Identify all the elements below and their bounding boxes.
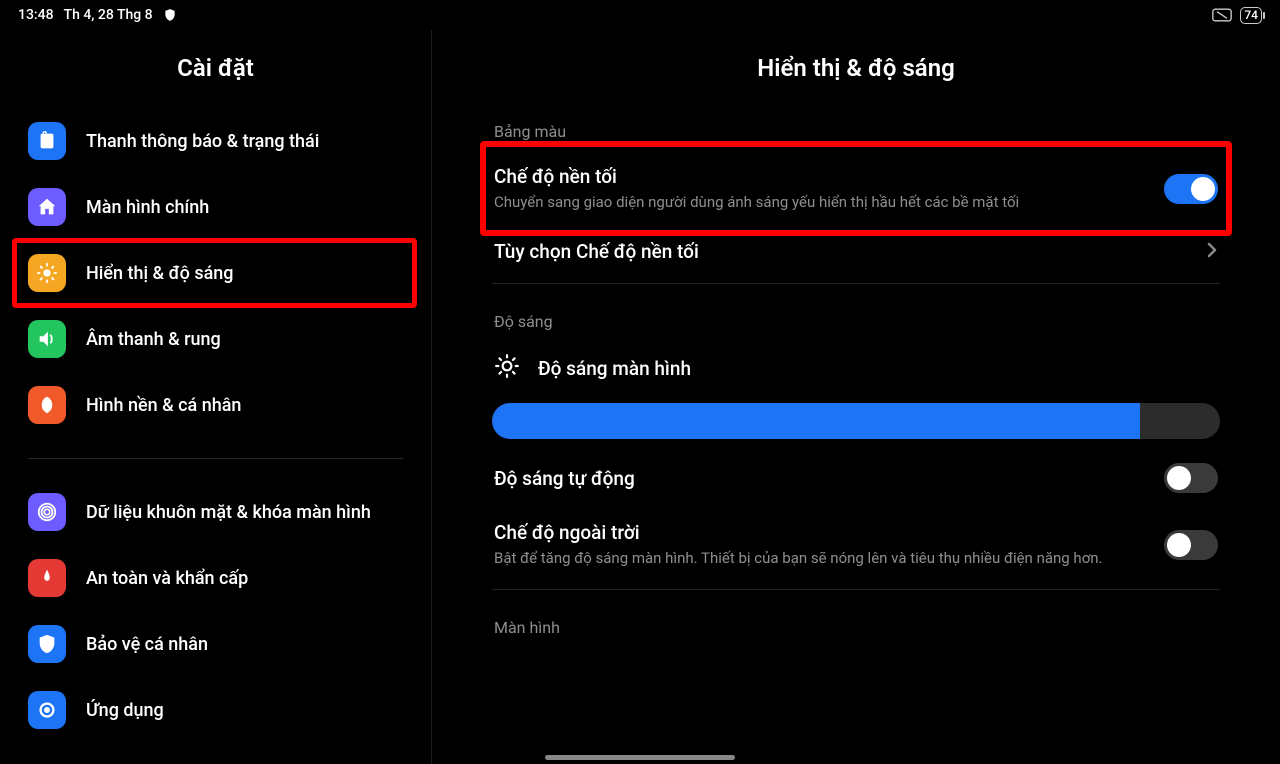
row-dark-mode-options[interactable]: Tùy chọn Chế độ nền tối <box>492 226 1220 277</box>
status-time: 13:48 <box>18 7 54 23</box>
settings-sidebar: Cài đặt Thanh thông báo & trạng thái Màn… <box>0 30 432 764</box>
sidebar-item-label: Âm thanh & rung <box>86 329 403 350</box>
home-indicator[interactable] <box>545 755 735 760</box>
section-color-scheme: Bảng màu <box>494 122 1220 141</box>
sidebar-item-home[interactable]: Màn hình chính <box>18 174 413 240</box>
row-dark-mode[interactable]: Chế độ nền tối Chuyển sang giao diện ngư… <box>492 151 1220 226</box>
shield-icon <box>163 8 177 22</box>
brightness-slider[interactable] <box>492 403 1220 439</box>
sidebar-item-label: Hình nền & cá nhân <box>86 395 403 416</box>
battery-level: 74 <box>1244 8 1258 23</box>
privacy-icon <box>28 625 66 663</box>
divider <box>492 283 1220 284</box>
sidebar-item-safety[interactable]: An toàn và khẩn cấp <box>18 545 413 611</box>
sidebar-item-label: Bảo vệ cá nhân <box>86 634 403 655</box>
battery-icon: 74 <box>1240 7 1262 24</box>
sidebar-item-apps[interactable]: Ứng dụng <box>18 677 413 743</box>
dark-mode-sub: Chuyển sang giao diện người dùng ánh sán… <box>494 192 1148 212</box>
outdoor-mode-title: Chế độ ngoài trời <box>494 521 1148 544</box>
status-date: Th 4, 28 Thg 8 <box>64 7 153 23</box>
outdoor-mode-toggle[interactable] <box>1164 530 1218 560</box>
auto-brightness-title: Độ sáng tự động <box>494 467 1148 490</box>
dark-mode-title: Chế độ nền tối <box>494 165 1148 188</box>
sound-icon <box>28 320 66 358</box>
sidebar-item-privacy[interactable]: Bảo vệ cá nhân <box>18 611 413 677</box>
brightness-icon <box>494 353 520 383</box>
dnd-icon <box>1212 8 1232 22</box>
brightness-slider-fill <box>492 403 1140 439</box>
sidebar-item-label: Màn hình chính <box>86 197 403 218</box>
status-bar: 13:48 Th 4, 28 Thg 8 74 <box>0 0 1280 30</box>
section-screen: Màn hình <box>494 618 1220 637</box>
sidebar-item-wallpaper[interactable]: Hình nền & cá nhân <box>18 372 413 438</box>
notification-icon <box>28 122 66 160</box>
sidebar-item-label: Dữ liệu khuôn mặt & khóa màn hình <box>86 502 403 523</box>
row-screen-brightness: Độ sáng màn hình <box>492 341 1220 389</box>
chevron-right-icon <box>1206 241 1218 263</box>
divider <box>492 589 1220 590</box>
auto-brightness-toggle[interactable] <box>1164 463 1218 493</box>
content-title: Hiển thị & độ sáng <box>492 54 1220 82</box>
outdoor-mode-sub: Bật để tăng độ sáng màn hình. Thiết bị c… <box>494 548 1148 568</box>
dark-mode-options-title: Tùy chọn Chế độ nền tối <box>494 240 1190 263</box>
wallpaper-icon <box>28 386 66 424</box>
sidebar-item-display[interactable]: Hiển thị & độ sáng <box>18 240 413 306</box>
display-settings-pane: Hiển thị & độ sáng Bảng màu Chế độ nền t… <box>432 30 1280 764</box>
row-outdoor-mode[interactable]: Chế độ ngoài trời Bật để tăng độ sáng mà… <box>492 507 1220 582</box>
sidebar-item-label: Ứng dụng <box>86 700 403 721</box>
sidebar-divider <box>28 458 403 459</box>
sidebar-item-face[interactable]: Dữ liệu khuôn mặt & khóa màn hình <box>18 479 413 545</box>
sidebar-item-notifications[interactable]: Thanh thông báo & trạng thái <box>18 108 413 174</box>
brightness-icon <box>28 254 66 292</box>
sidebar-item-sound[interactable]: Âm thanh & rung <box>18 306 413 372</box>
sidebar-item-label: Thanh thông báo & trạng thái <box>86 131 403 152</box>
apps-icon <box>28 691 66 729</box>
sidebar-item-label: An toàn và khẩn cấp <box>86 568 403 589</box>
sidebar-item-label: Hiển thị & độ sáng <box>86 263 403 284</box>
sidebar-title: Cài đặt <box>18 54 413 82</box>
brightness-label: Độ sáng màn hình <box>538 357 691 380</box>
row-auto-brightness[interactable]: Độ sáng tự động <box>492 449 1220 507</box>
dark-mode-toggle[interactable] <box>1164 174 1218 204</box>
fingerprint-icon <box>28 493 66 531</box>
home-icon <box>28 188 66 226</box>
safety-icon <box>28 559 66 597</box>
section-brightness: Độ sáng <box>494 312 1220 331</box>
